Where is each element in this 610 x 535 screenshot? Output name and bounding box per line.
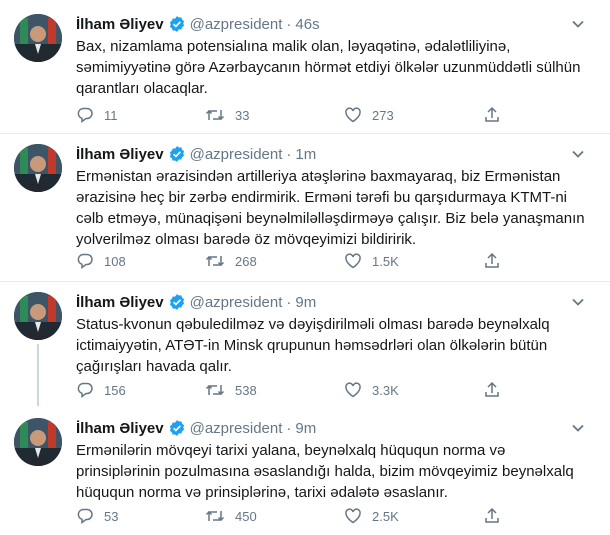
divider — [0, 133, 610, 134]
author-name[interactable]: İlham Əliyev — [76, 294, 164, 311]
retweet-count: 268 — [235, 253, 257, 269]
share-button[interactable] — [483, 380, 501, 400]
like-icon — [344, 252, 362, 270]
reply-button[interactable]: 156 — [76, 380, 126, 400]
author-handle[interactable]: @azpresident — [190, 420, 283, 437]
tweet-actions: 108 268 1.5K — [76, 251, 546, 271]
reply-icon — [76, 252, 94, 270]
retweet-icon — [205, 252, 225, 270]
tweet-feed: İlham Əliyev @azpresident · 46s Bax, niz… — [0, 0, 610, 535]
tweet-actions: 11 33 273 — [76, 105, 546, 125]
reply-count: 108 — [104, 253, 126, 269]
share-icon — [483, 252, 501, 270]
separator-dot: · — [286, 293, 292, 311]
share-icon — [483, 106, 501, 124]
separator-dot: · — [286, 145, 292, 163]
like-button[interactable]: 1.5K — [344, 251, 399, 271]
like-count: 3.3K — [372, 382, 399, 398]
reply-button[interactable]: 108 — [76, 251, 126, 271]
tweet-1[interactable]: İlham Əliyev @azpresident · 46s Bax, niz… — [0, 14, 610, 124]
chevron-down-icon[interactable] — [570, 294, 586, 310]
chevron-down-icon[interactable] — [570, 146, 586, 162]
tweet-text: Bax, nizamlama potensialına malik olan, … — [76, 38, 581, 97]
author-handle[interactable]: @azpresident — [190, 294, 283, 311]
tweet-text: Ermənistan ərazisindən artilleriya atəşl… — [76, 168, 585, 248]
retweet-count: 450 — [235, 508, 257, 524]
like-count: 273 — [372, 107, 394, 123]
chevron-down-icon[interactable] — [570, 420, 586, 436]
tweet-actions: 53 450 2.5K — [76, 506, 546, 526]
author-handle[interactable]: @azpresident — [190, 146, 283, 163]
share-button[interactable] — [483, 506, 501, 526]
author-name[interactable]: İlham Əliyev — [76, 420, 164, 437]
like-button[interactable]: 3.3K — [344, 380, 399, 400]
avatar[interactable] — [14, 292, 62, 340]
divider — [0, 281, 610, 282]
author-name[interactable]: İlham Əliyev — [76, 16, 164, 33]
timestamp[interactable]: 9m — [295, 420, 316, 437]
reply-icon — [76, 507, 94, 525]
author-name[interactable]: İlham Əliyev — [76, 146, 164, 163]
separator-dot: · — [286, 419, 292, 437]
tweet-text: Status-kvonun qəbuledilməz və dəyişdiril… — [76, 316, 550, 375]
tweet-3[interactable]: İlham Əliyev @azpresident · 9m Status-kv… — [0, 292, 610, 400]
verified-badge-icon — [168, 419, 186, 437]
tweet-header: İlham Əliyev @azpresident · 9m — [76, 418, 316, 438]
verified-badge-icon — [168, 15, 186, 33]
like-count: 1.5K — [372, 253, 399, 269]
tweet-header: İlham Əliyev @azpresident · 46s — [76, 14, 320, 34]
reply-button[interactable]: 11 — [76, 105, 118, 125]
reply-icon — [76, 106, 94, 124]
chevron-down-icon[interactable] — [570, 16, 586, 32]
separator-dot: · — [286, 15, 292, 33]
retweet-count: 538 — [235, 382, 257, 398]
reply-button[interactable]: 53 — [76, 506, 118, 526]
tweet-text: Ermənilərin mövqeyi tarixi yalana, beynə… — [76, 442, 574, 501]
like-count: 2.5K — [372, 508, 399, 524]
tweet-header: İlham Əliyev @azpresident · 1m — [76, 144, 316, 164]
retweet-count: 33 — [235, 107, 250, 123]
like-icon — [344, 106, 362, 124]
retweet-icon — [205, 381, 225, 399]
retweet-button[interactable]: 33 — [205, 105, 249, 125]
avatar[interactable] — [14, 144, 62, 192]
tweet-2[interactable]: İlham Əliyev @azpresident · 1m Ermənista… — [0, 144, 610, 274]
share-icon — [483, 381, 501, 399]
retweet-button[interactable]: 450 — [205, 506, 257, 526]
like-icon — [344, 507, 362, 525]
retweet-button[interactable]: 538 — [205, 380, 257, 400]
like-button[interactable]: 2.5K — [344, 506, 399, 526]
reply-count: 11 — [104, 107, 118, 123]
verified-badge-icon — [168, 145, 186, 163]
timestamp[interactable]: 46s — [295, 16, 319, 33]
reply-count: 53 — [104, 508, 119, 524]
retweet-icon — [205, 507, 225, 525]
avatar[interactable] — [14, 418, 62, 466]
like-icon — [344, 381, 362, 399]
share-button[interactable] — [483, 105, 501, 125]
share-button[interactable] — [483, 251, 501, 271]
timestamp[interactable]: 1m — [295, 146, 316, 163]
author-handle[interactable]: @azpresident — [190, 16, 283, 33]
tweet-4[interactable]: İlham Əliyev @azpresident · 9m Ermənilər… — [0, 418, 610, 528]
share-icon — [483, 507, 501, 525]
like-button[interactable]: 273 — [344, 105, 394, 125]
reply-count: 156 — [104, 382, 126, 398]
reply-icon — [76, 381, 94, 399]
retweet-icon — [205, 106, 225, 124]
avatar[interactable] — [14, 14, 62, 62]
timestamp[interactable]: 9m — [295, 294, 316, 311]
tweet-header: İlham Əliyev @azpresident · 9m — [76, 292, 316, 312]
retweet-button[interactable]: 268 — [205, 251, 257, 271]
tweet-actions: 156 538 3.3K — [76, 380, 546, 400]
verified-badge-icon — [168, 293, 186, 311]
